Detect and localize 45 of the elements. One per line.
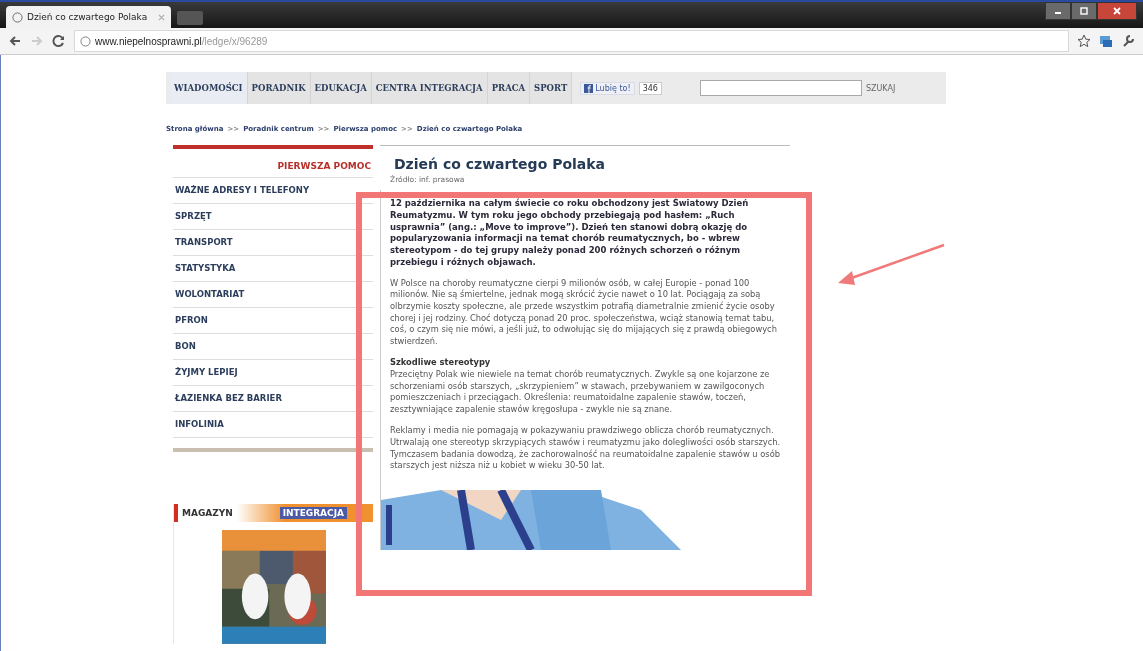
- magazine-logo: INTEGRACJA: [279, 507, 347, 520]
- body-paragraph: Reklamy i media nie pomagają w pokazywaniu prawdziwego oblicza chorób reumatycznych. Utrwalają one stereotyp skrzypiących stawów i reumatyzmu jako dolegliwości osób starszych. Tymczasem badania dowodzą, że zachorowalność na reumatoidalne zapalenie stawów u osób starszych jest niższa niż u kobiet w wieku 30-50 lat.: [390, 425, 782, 472]
- back-icon[interactable]: [8, 34, 22, 48]
- maximize-button[interactable]: [1071, 2, 1097, 20]
- maximize-icon: [1079, 6, 1089, 16]
- sidebar-item[interactable]: STATYSTYKA: [173, 256, 373, 282]
- nav-link[interactable]: WIADOMOŚCI: [170, 72, 248, 104]
- article-title: Dzień co czwartego Polaka: [393, 155, 606, 172]
- close-icon: [1112, 6, 1122, 16]
- like-count: 346: [638, 81, 662, 95]
- search-button[interactable]: SZUKAJ: [865, 83, 896, 93]
- facebook-icon: [584, 83, 594, 93]
- nav-link[interactable]: CENTRA INTEGRACJA: [371, 72, 488, 104]
- sidebar-item[interactable]: PFRON: [173, 308, 373, 334]
- nav-link[interactable]: EDUKACJA: [310, 72, 372, 104]
- globe-icon: [12, 11, 23, 23]
- body-paragraph: Przeciętny Polak wie niewiele na temat chorób reumatycznych. Zwykle są one kojarzone ze schorzeniami osób starszych, „skrzypieniem” w stawach, przebywaniem w zawilgoconych pomieszczeniach i przeciągach. Określenia: reumatoidalne zapalenie stawów, toczeń, zesztywniające zapalenie stawów kręgosłupa - zwykle nie są znane.: [390, 368, 771, 416]
- reload-icon[interactable]: [52, 34, 66, 48]
- extension-icon[interactable]: [1099, 34, 1113, 48]
- globe-icon: [80, 35, 91, 47]
- close-button[interactable]: [1097, 2, 1137, 20]
- star-icon[interactable]: [1077, 34, 1091, 48]
- sidebar-item[interactable]: WOLONTARIAT: [173, 282, 373, 308]
- nav-link[interactable]: PRACA: [487, 72, 531, 104]
- sidebar-item[interactable]: BON: [173, 334, 373, 360]
- nav-link[interactable]: SPORT: [530, 72, 573, 104]
- sidebar-item[interactable]: ŁAZIENKA BEZ BARIER: [173, 386, 373, 412]
- search-field[interactable]: [699, 80, 862, 96]
- sidebar-item[interactable]: SPRZĘT: [173, 204, 373, 230]
- address-bar[interactable]: www.niepelnosprawni.pl/ledge/x/96289: [74, 30, 1069, 52]
- tab-title: Dzień co czwartego Polaka: [27, 12, 149, 22]
- browser-tab[interactable]: Dzień co czwartego Polaka: [6, 6, 171, 28]
- wrench-icon[interactable]: [1121, 34, 1135, 48]
- sidebar-heading: PIERWSZA POMOC: [173, 149, 373, 178]
- magazine-title: MAGAZYN: [182, 508, 233, 519]
- like-button[interactable]: Lubię to!: [580, 81, 635, 95]
- sidebar-item[interactable]: ŻYJMY LEPIEJ: [173, 360, 373, 386]
- body-paragraph: W Polsce na choroby reumatyczne cierpi 9 milionów osób, w całej Europie - ponad 100 milionów. Nie są śmiertelne, jednak mogą skrócić życie nawet o 10 lat. Pociągają za sobą olbrzymie koszty społeczne, ale przede wszystkim potrafią diametralnie zmienić życie osoby chorej i jej rodziny. Choć dotyczą ponad 20 proc. społeczeństwa, wciąż stanowią temat tabu, coś, o czym się nie mówi, a jeśli już, to odwołując się do mijających się z prawdą obiegowych stwierdzeń.: [390, 277, 778, 348]
- sidebar-item[interactable]: WAŻNE ADRESY I TELEFONY: [173, 178, 373, 204]
- nav-link[interactable]: PORADNIK: [247, 72, 311, 104]
- sidebar-item[interactable]: TRANSPORT: [173, 230, 373, 256]
- lead-paragraph: 12 października na całym świecie co roku obchodzony jest Światowy Dzień Reumatyzmu. W tym roku jego obchody przebiegają pod hasłem: „Ruch usprawnia” (ang.: „Move to improve”). Dzień ten stanowi dobrą okazję do popularyzowania informacji na temat chorób reumatycznych, bo - wbrew stereotypom - do tej grupy należy ponad 200 różnych schorzeń o różnym przebiegu i różnych objawach.: [390, 198, 750, 269]
- section-heading: Szkodliwe stereotypy: [390, 357, 492, 369]
- minimize-button[interactable]: [1045, 2, 1071, 20]
- sidebar-item[interactable]: INFOLINIA: [173, 412, 373, 438]
